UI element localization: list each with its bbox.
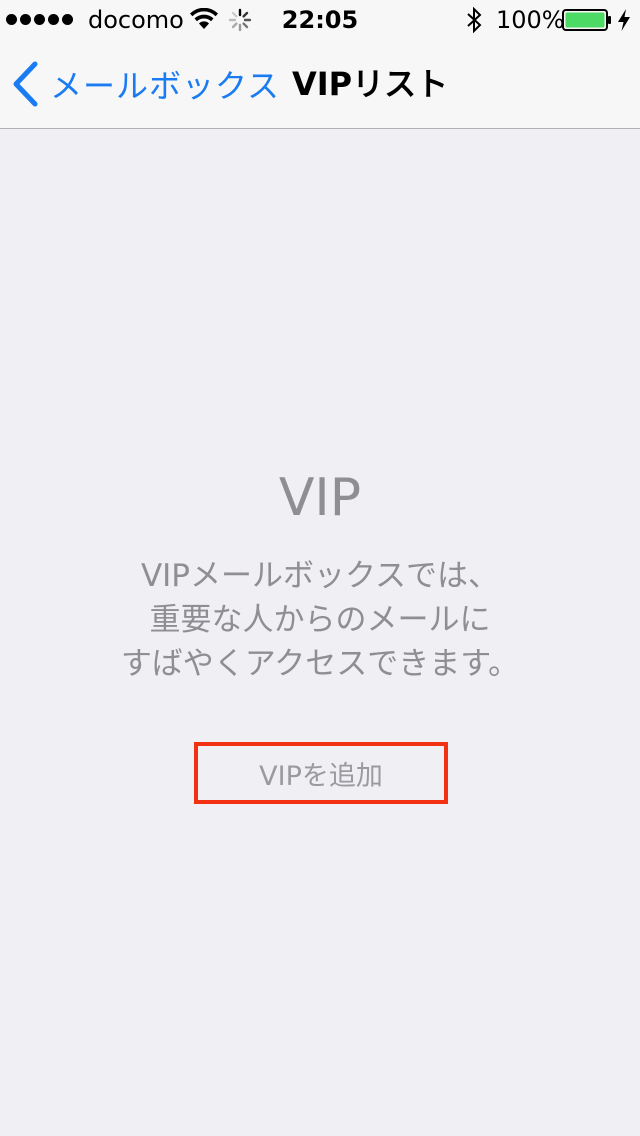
back-button-label: メールボックス	[50, 67, 281, 105]
navigation-bar: メールボックス VIPリスト	[0, 40, 640, 128]
charging-icon	[618, 9, 630, 31]
battery-icon	[562, 9, 611, 31]
vip-list-screen: docomo 22:05 100% メールボックス VIPリスト VIP VIP…	[0, 0, 640, 1136]
header: docomo 22:05 100% メールボックス VIPリスト	[0, 0, 640, 129]
empty-state-message-line: 重要な人からのメールに	[149, 602, 491, 638]
chevron-left-icon	[13, 61, 38, 107]
bluetooth-icon	[467, 6, 482, 34]
empty-state-message-line: すばやくアクセスできます。	[120, 646, 520, 682]
empty-state-message-line: VIPメールボックスでは、	[140, 558, 500, 594]
add-vip-button[interactable]: VIPを追加	[194, 742, 448, 804]
page-title: VIPリスト	[292, 65, 449, 103]
status-bar: docomo 22:05 100%	[0, 0, 640, 40]
back-button[interactable]: メールボックス	[10, 60, 280, 108]
empty-state-message: VIPメールボックスでは、 重要な人からのメールに すばやくアクセスできます。	[40, 554, 600, 686]
add-vip-button-label: VIPを追加	[259, 760, 383, 792]
empty-state-title: VIP	[278, 468, 362, 528]
battery-percentage: 100%	[496, 6, 565, 34]
